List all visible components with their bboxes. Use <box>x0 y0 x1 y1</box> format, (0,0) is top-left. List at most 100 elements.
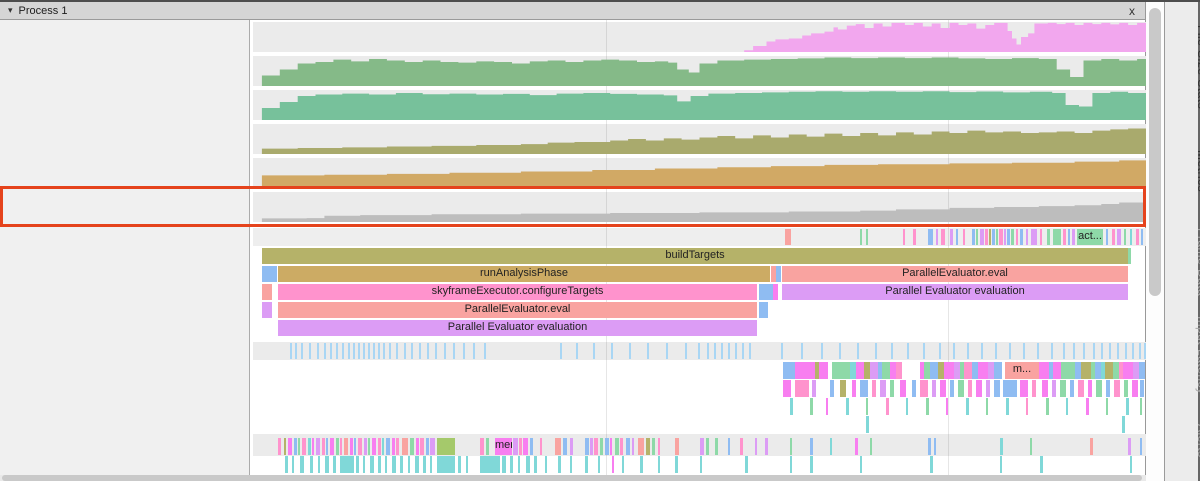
slice[interactable] <box>480 456 500 473</box>
slice[interactable] <box>967 343 969 359</box>
slice[interactable] <box>309 343 311 359</box>
slice[interactable] <box>963 229 965 245</box>
slice[interactable] <box>570 456 572 473</box>
slice[interactable] <box>950 380 954 397</box>
slice[interactable] <box>1003 380 1017 397</box>
slice[interactable] <box>605 438 609 455</box>
cpu-usage-total-chart[interactable] <box>253 90 1146 120</box>
slice[interactable] <box>1061 362 1075 379</box>
slice[interactable] <box>870 438 872 455</box>
slice[interactable] <box>389 343 391 359</box>
slice[interactable] <box>1007 229 1010 245</box>
slice[interactable] <box>981 343 983 359</box>
slice[interactable] <box>906 398 908 415</box>
slice[interactable] <box>563 438 567 455</box>
slice[interactable] <box>540 438 542 455</box>
slice[interactable] <box>1011 229 1014 245</box>
slice[interactable] <box>1053 229 1061 245</box>
slice[interactable] <box>402 438 408 455</box>
slice[interactable] <box>950 229 953 245</box>
slice[interactable] <box>986 398 988 415</box>
slice[interactable] <box>324 343 326 359</box>
action-count-chart[interactable] <box>253 22 1146 52</box>
slice[interactable] <box>502 456 506 473</box>
slice[interactable] <box>856 362 864 379</box>
slice[interactable] <box>783 362 795 379</box>
slice[interactable] <box>322 438 325 455</box>
cpu-usage-bazel-chart[interactable] <box>253 56 1146 86</box>
slice[interactable] <box>1032 380 1036 397</box>
slice[interactable] <box>1112 229 1115 245</box>
slice[interactable] <box>1052 380 1056 397</box>
slice[interactable] <box>278 438 281 455</box>
slice[interactable] <box>368 343 370 359</box>
slice[interactable] <box>408 456 410 473</box>
slice[interactable] <box>435 343 437 359</box>
slice[interactable] <box>1144 343 1146 359</box>
slice[interactable] <box>920 380 928 397</box>
slice[interactable] <box>1016 229 1018 245</box>
slice[interactable] <box>426 438 429 455</box>
slice[interactable] <box>534 456 537 473</box>
slice[interactable] <box>986 380 990 397</box>
slice[interactable] <box>1006 398 1009 415</box>
slice[interactable] <box>518 456 520 473</box>
slice[interactable] <box>930 362 938 379</box>
slice[interactable] <box>923 343 925 359</box>
slice[interactable] <box>830 438 832 455</box>
slice[interactable] <box>336 343 338 359</box>
slice[interactable] <box>486 438 489 455</box>
slice[interactable] <box>1101 343 1103 359</box>
slice[interactable] <box>1039 362 1049 379</box>
slice[interactable] <box>1141 229 1143 245</box>
slice-labeled[interactable]: act... <box>1077 229 1103 245</box>
slice[interactable] <box>1000 438 1003 455</box>
slice[interactable] <box>622 456 624 473</box>
slice[interactable] <box>1004 229 1006 245</box>
slice[interactable] <box>1117 229 1121 245</box>
slice[interactable] <box>1083 343 1085 359</box>
slice[interactable] <box>857 343 859 359</box>
slice[interactable] <box>526 456 530 473</box>
slice[interactable] <box>1122 416 1125 433</box>
slice[interactable] <box>646 438 650 455</box>
slice[interactable] <box>675 456 678 473</box>
slice[interactable] <box>994 362 1002 379</box>
slice[interactable] <box>706 438 709 455</box>
slice[interactable] <box>444 343 446 359</box>
slice[interactable] <box>941 229 945 245</box>
slice-labeled[interactable]: skyframeExecutor.configureTargets <box>278 284 757 300</box>
slice[interactable] <box>317 343 319 359</box>
slice[interactable] <box>373 343 375 359</box>
slice[interactable] <box>400 456 403 473</box>
slice[interactable] <box>330 343 332 359</box>
horizontal-scrollbar-thumb[interactable] <box>2 475 1142 481</box>
slice[interactable] <box>1109 343 1111 359</box>
slice[interactable] <box>358 438 362 455</box>
slice[interactable] <box>363 343 365 359</box>
slice[interactable] <box>354 438 356 455</box>
slice[interactable] <box>378 438 381 455</box>
slice[interactable] <box>946 398 948 415</box>
slice[interactable] <box>976 380 982 397</box>
slice[interactable] <box>976 229 978 245</box>
slice[interactable] <box>860 380 868 397</box>
slice[interactable] <box>992 229 995 245</box>
slice[interactable] <box>348 343 350 359</box>
slice[interactable] <box>302 438 306 455</box>
slice-labeled[interactable]: ParallelEvaluator.eval <box>278 302 757 318</box>
slice[interactable] <box>570 438 573 455</box>
slice[interactable] <box>860 456 862 473</box>
slice[interactable] <box>298 438 300 455</box>
slice[interactable] <box>685 343 687 359</box>
slice[interactable] <box>936 229 938 245</box>
slice[interactable] <box>715 438 718 455</box>
slice[interactable] <box>458 456 461 473</box>
slice[interactable] <box>956 229 958 245</box>
slice[interactable] <box>594 438 598 455</box>
slice[interactable] <box>510 456 513 473</box>
slice[interactable] <box>1139 362 1145 379</box>
slice[interactable] <box>1124 229 1126 245</box>
slice[interactable] <box>819 362 828 379</box>
slice[interactable] <box>350 438 353 455</box>
